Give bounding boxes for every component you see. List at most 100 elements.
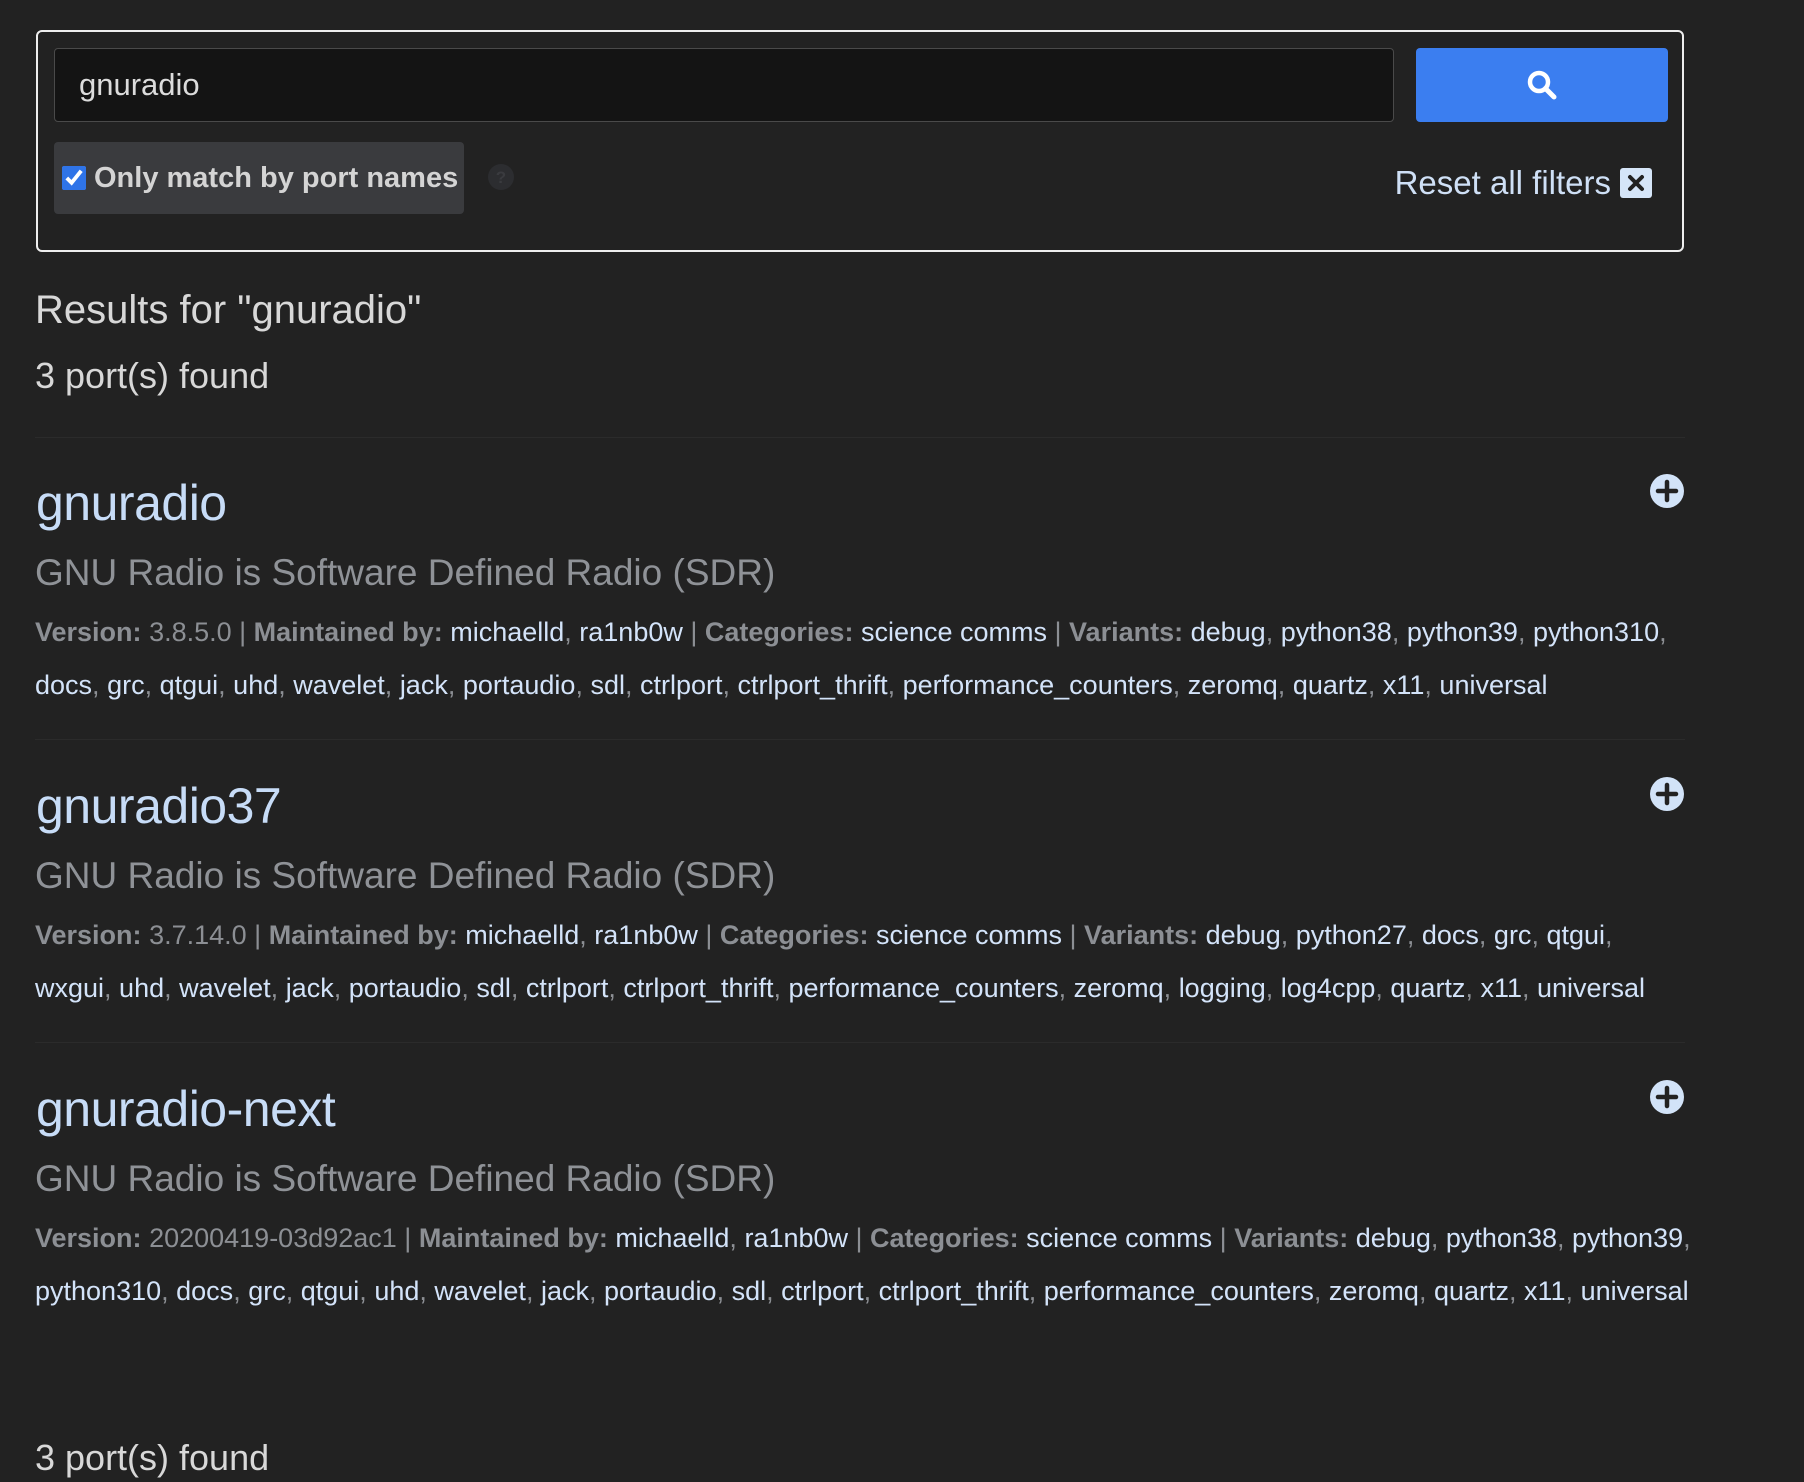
separator: , bbox=[1521, 973, 1537, 1003]
maintainer-link[interactable]: ra1nb0w bbox=[579, 617, 683, 647]
search-input[interactable] bbox=[54, 48, 1394, 122]
separator: , bbox=[729, 1223, 745, 1253]
variant-link[interactable]: docs bbox=[35, 670, 92, 700]
only-match-checkbox[interactable] bbox=[62, 166, 86, 190]
category-link[interactable]: science comms bbox=[1026, 1223, 1212, 1253]
variant-link[interactable]: zeromq bbox=[1074, 973, 1164, 1003]
variant-link[interactable]: wavelet bbox=[293, 670, 385, 700]
variant-link[interactable]: quartz bbox=[1293, 670, 1368, 700]
variant-link[interactable]: sdl bbox=[590, 670, 625, 700]
variant-link[interactable]: logging bbox=[1179, 973, 1266, 1003]
variant-link[interactable]: portaudio bbox=[349, 973, 462, 1003]
variant-link[interactable]: sdl bbox=[476, 973, 511, 1003]
variant-link[interactable]: jack bbox=[286, 973, 334, 1003]
variant-link[interactable]: uhd bbox=[374, 1276, 419, 1306]
separator: , bbox=[419, 1276, 435, 1306]
variant-link[interactable]: uhd bbox=[119, 973, 164, 1003]
variant-link[interactable]: portaudio bbox=[463, 670, 576, 700]
variant-link[interactable]: log4cpp bbox=[1281, 973, 1376, 1003]
category-link[interactable]: science comms bbox=[876, 920, 1062, 950]
variant-link[interactable]: x11 bbox=[1524, 1276, 1566, 1306]
version-value: 3.8.5.0 bbox=[149, 617, 232, 647]
variant-link[interactable]: performance_counters bbox=[1044, 1276, 1314, 1306]
variant-link[interactable]: performance_counters bbox=[788, 973, 1058, 1003]
maintainer-link[interactable]: michaelld bbox=[615, 1223, 729, 1253]
variant-link[interactable]: qtgui bbox=[301, 1276, 360, 1306]
maintainer-link[interactable]: michaelld bbox=[465, 920, 579, 950]
plus-circle-icon[interactable] bbox=[1649, 1079, 1685, 1120]
svg-text:?: ? bbox=[496, 168, 506, 187]
reset-all-filters-link[interactable]: Reset all filters bbox=[1395, 164, 1652, 202]
separator: , bbox=[1163, 973, 1179, 1003]
separator: , bbox=[1683, 1223, 1691, 1253]
maintainer-link[interactable]: ra1nb0w bbox=[744, 1223, 848, 1253]
variant-link[interactable]: python310 bbox=[35, 1276, 161, 1306]
variant-link[interactable]: debug bbox=[1356, 1223, 1431, 1253]
maintainer-link[interactable]: michaelld bbox=[450, 617, 564, 647]
separator: , bbox=[863, 1276, 879, 1306]
variant-link[interactable]: universal bbox=[1537, 973, 1645, 1003]
variant-link[interactable]: ctrlport bbox=[640, 670, 723, 700]
port-description: GNU Radio is Software Defined Radio (SDR… bbox=[35, 855, 776, 896]
variant-link[interactable]: portaudio bbox=[604, 1276, 717, 1306]
variant-link[interactable]: x11 bbox=[1383, 670, 1425, 700]
categories-label: Categories: bbox=[704, 617, 854, 647]
variant-link[interactable]: python39 bbox=[1572, 1223, 1683, 1253]
separator: | bbox=[396, 1223, 419, 1253]
variant-link[interactable]: python38 bbox=[1446, 1223, 1557, 1253]
variant-link[interactable]: wxgui bbox=[35, 973, 104, 1003]
variant-link[interactable]: docs bbox=[1422, 920, 1479, 950]
variant-link[interactable]: x11 bbox=[1480, 973, 1522, 1003]
variant-link[interactable]: universal bbox=[1581, 1276, 1689, 1306]
port-name-link[interactable]: gnuradio37 bbox=[36, 777, 282, 835]
variant-link[interactable]: docs bbox=[176, 1276, 233, 1306]
variant-link[interactable]: wavelet bbox=[179, 973, 271, 1003]
separator: | bbox=[1062, 920, 1085, 950]
variant-link[interactable]: wavelet bbox=[434, 1276, 526, 1306]
variant-link[interactable]: ctrlport bbox=[526, 973, 609, 1003]
variant-link[interactable]: grc bbox=[248, 1276, 286, 1306]
separator: , bbox=[722, 670, 738, 700]
separator: , bbox=[575, 670, 591, 700]
plus-circle-icon[interactable] bbox=[1649, 776, 1685, 817]
variant-link[interactable]: uhd bbox=[233, 670, 278, 700]
variant-link[interactable]: python39 bbox=[1407, 617, 1518, 647]
plus-circle-icon[interactable] bbox=[1649, 473, 1685, 514]
variant-link[interactable]: performance_counters bbox=[903, 670, 1173, 700]
variant-link[interactable]: ctrlport bbox=[781, 1276, 864, 1306]
category-link[interactable]: science comms bbox=[861, 617, 1047, 647]
variant-link[interactable]: sdl bbox=[732, 1276, 767, 1306]
variant-link[interactable]: debug bbox=[1206, 920, 1281, 950]
port-meta: Version: 20200419-03d92ac1 | Maintained … bbox=[35, 1212, 1695, 1318]
variant-link[interactable]: python38 bbox=[1281, 617, 1392, 647]
search-button[interactable] bbox=[1416, 48, 1668, 122]
variant-link[interactable]: zeromq bbox=[1188, 670, 1278, 700]
variant-link[interactable]: ctrlport_thrift bbox=[879, 1276, 1029, 1306]
port-name-link[interactable]: gnuradio bbox=[36, 474, 227, 532]
variant-link[interactable]: universal bbox=[1439, 670, 1547, 700]
separator: , bbox=[1556, 1223, 1572, 1253]
variant-link[interactable]: quartz bbox=[1434, 1276, 1509, 1306]
variant-link[interactable]: python310 bbox=[1533, 617, 1659, 647]
variant-link[interactable]: jack bbox=[541, 1276, 589, 1306]
separator: , bbox=[1172, 670, 1188, 700]
variant-link[interactable]: qtgui bbox=[1546, 920, 1605, 950]
variant-link[interactable]: quartz bbox=[1390, 973, 1465, 1003]
variant-link[interactable]: python27 bbox=[1296, 920, 1407, 950]
variant-link[interactable]: ctrlport_thrift bbox=[738, 670, 888, 700]
only-match-port-names-filter[interactable]: Only match by port names bbox=[54, 142, 464, 214]
variant-link[interactable]: debug bbox=[1191, 617, 1266, 647]
maintained-by-label: Maintained by: bbox=[418, 1223, 608, 1253]
variant-link[interactable]: ctrlport_thrift bbox=[623, 973, 773, 1003]
port-description: GNU Radio is Software Defined Radio (SDR… bbox=[35, 1158, 776, 1199]
variant-link[interactable]: grc bbox=[107, 670, 145, 700]
port-name-link[interactable]: gnuradio-next bbox=[36, 1080, 336, 1138]
question-circle-icon[interactable]: ? bbox=[486, 162, 516, 197]
variant-link[interactable]: zeromq bbox=[1329, 1276, 1419, 1306]
separator: , bbox=[624, 670, 640, 700]
variant-link[interactable]: grc bbox=[1494, 920, 1532, 950]
maintainer-link[interactable]: ra1nb0w bbox=[594, 920, 698, 950]
variant-link[interactable]: qtgui bbox=[160, 670, 219, 700]
variant-link[interactable]: jack bbox=[400, 670, 448, 700]
separator: , bbox=[164, 973, 180, 1003]
